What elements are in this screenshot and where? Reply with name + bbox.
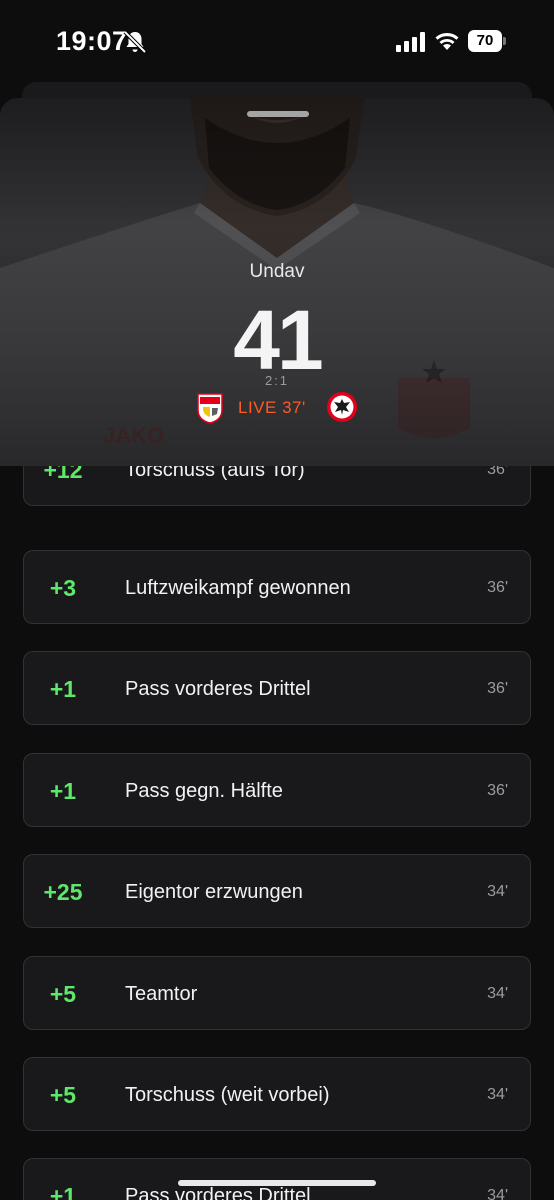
event-label: Eigentor erzwungen (125, 881, 303, 903)
event-minute: 36' (487, 579, 508, 596)
event-row[interactable]: +5 Teamtor 34' (23, 956, 531, 1030)
event-row[interactable]: +5 Torschuss (weit vorbei) 34' (23, 1057, 531, 1131)
home-indicator[interactable] (178, 1180, 376, 1186)
player-hero: JAKO Undav 41 2:1 LIVE 37' (0, 98, 554, 466)
event-row[interactable]: +3 Luftzweikampf gewonnen 36' (23, 550, 531, 624)
bell-slash-icon (123, 30, 147, 54)
event-list[interactable]: +12 Torschuss (aufs Tor) 36' +3 Luftzwei… (0, 466, 554, 1200)
eintracht-frankfurt-logo (327, 392, 357, 422)
event-label: Pass vorderes Drittel (125, 678, 311, 700)
event-minute: 34' (487, 1086, 508, 1103)
match-score: 2:1 (264, 373, 290, 388)
match-info: LIVE 37' (0, 390, 554, 426)
event-minute: 36' (487, 466, 508, 478)
event-label: Teamtor (125, 983, 198, 1005)
event-points: +12 (43, 466, 83, 483)
event-points: +1 (49, 676, 77, 702)
event-minute: 36' (487, 782, 508, 799)
event-points: +5 (49, 1082, 77, 1108)
event-row[interactable]: +12 Torschuss (aufs Tor) 36' (23, 466, 531, 506)
vfb-stuttgart-logo (197, 393, 223, 424)
status-time: 19:07 (56, 26, 128, 56)
event-label: Pass gegn. Hälfte (125, 780, 283, 802)
wifi-icon (435, 33, 459, 50)
event-label: Luftzweikampf gewonnen (125, 577, 351, 599)
event-points: +1 (49, 778, 77, 804)
event-points: +5 (49, 981, 77, 1007)
event-row[interactable]: +1 Pass vorderes Drittel 36' (23, 651, 531, 725)
event-minute: 34' (487, 883, 508, 900)
event-minute: 36' (487, 680, 508, 697)
status-bar: 19:07 70 (0, 0, 554, 84)
event-label: Torschuss (aufs Tor) (125, 466, 305, 481)
player-points: 41 (233, 293, 323, 387)
signal-icon (396, 32, 425, 52)
battery-icon: 70 (468, 30, 506, 52)
event-row[interactable]: +25 Eigentor erzwungen 34' (23, 854, 531, 928)
event-row[interactable]: +1 Pass gegn. Hälfte 36' (23, 753, 531, 827)
event-label: Torschuss (weit vorbei) (125, 1084, 330, 1106)
player-name: Undav (249, 261, 305, 282)
event-points: +3 (49, 575, 77, 601)
event-minute: 34' (487, 1187, 508, 1200)
event-minute: 34' (487, 985, 508, 1002)
sheet-drag-handle[interactable] (247, 111, 309, 117)
live-indicator: LIVE 37' (238, 398, 306, 417)
battery-level: 70 (476, 32, 494, 49)
event-points: +25 (43, 879, 83, 905)
event-row[interactable]: +1 Pass vorderes Drittel 34' (23, 1158, 531, 1200)
event-points: +1 (49, 1183, 77, 1200)
